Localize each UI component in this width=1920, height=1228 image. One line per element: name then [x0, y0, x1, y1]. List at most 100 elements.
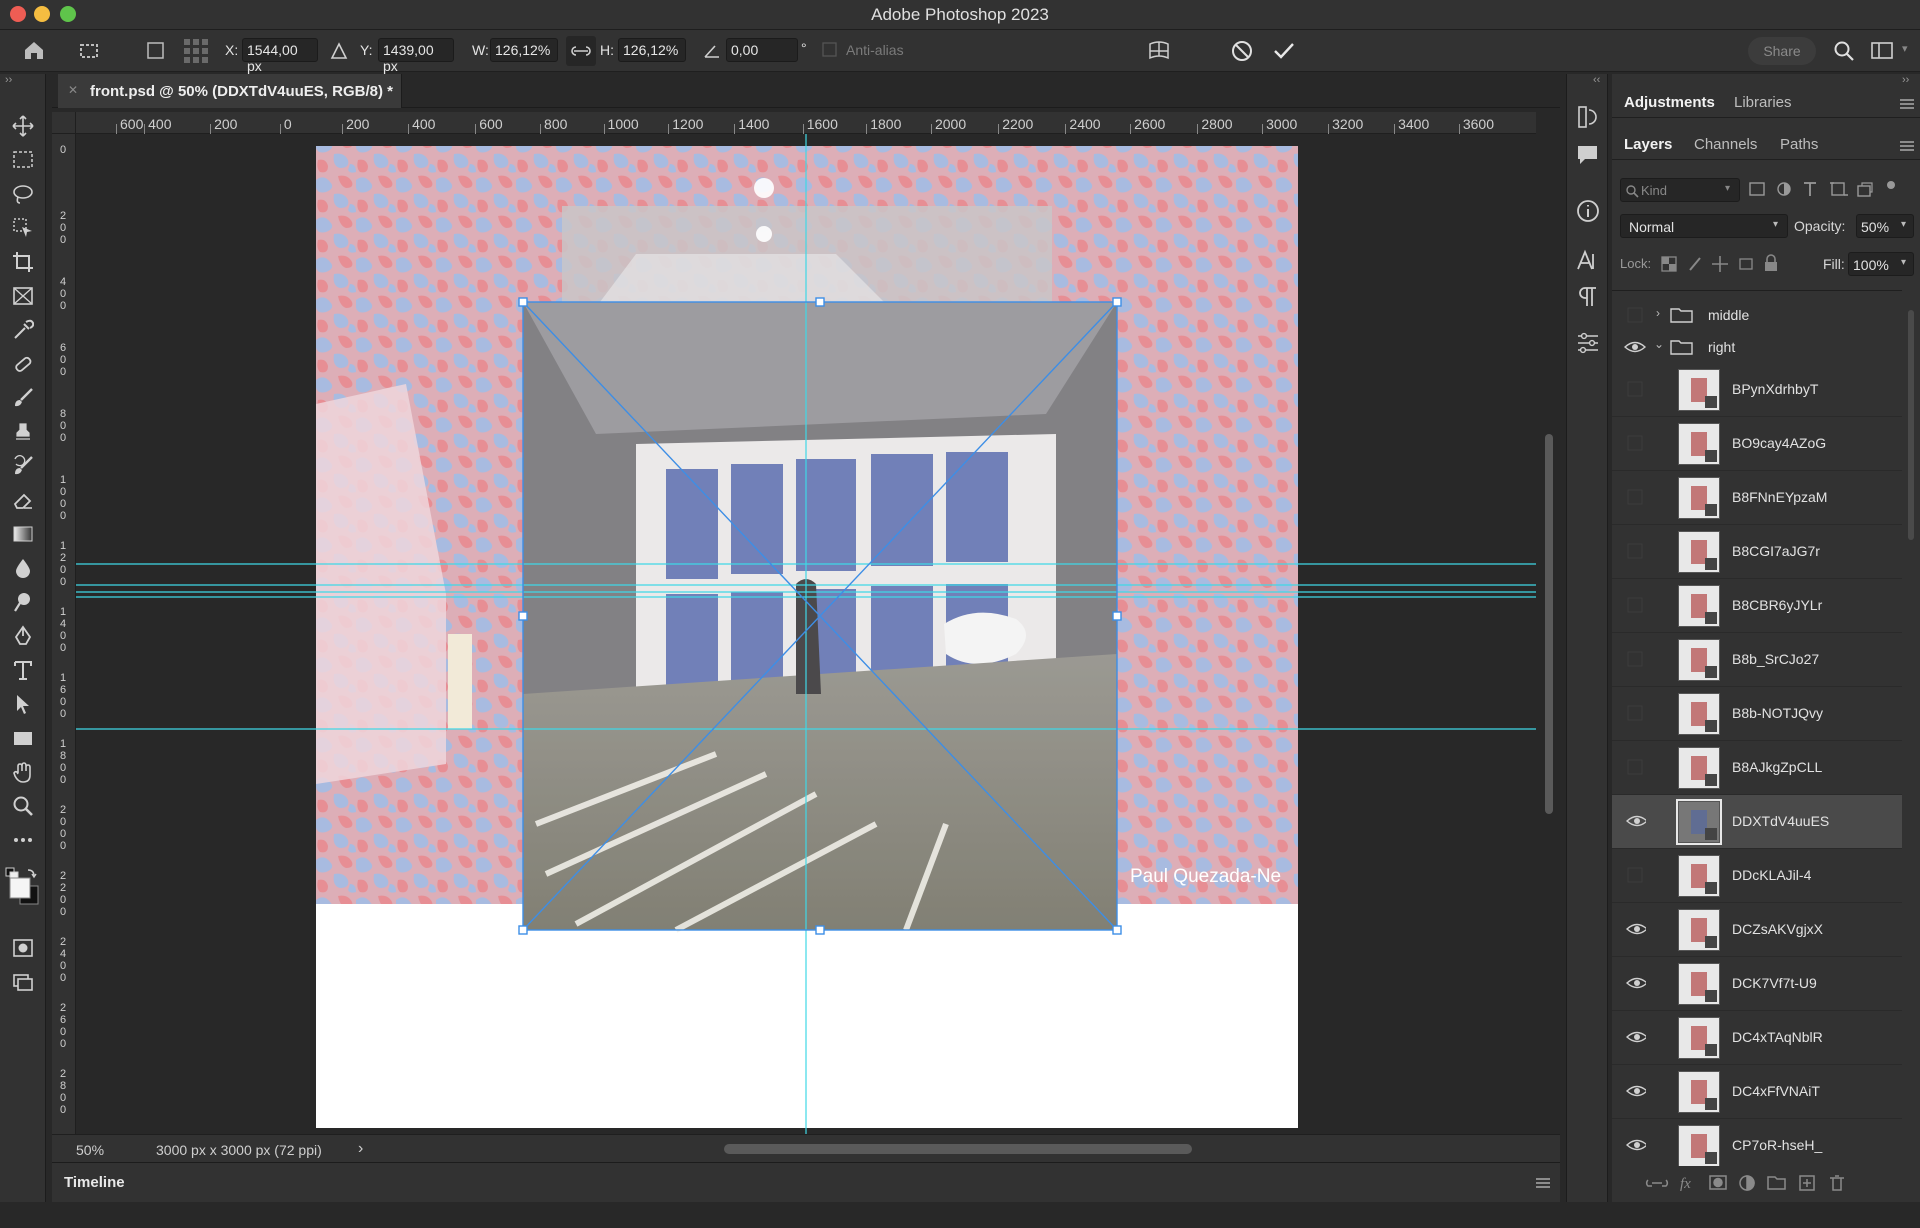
properties-panel-icon[interactable]: [1575, 330, 1601, 356]
move-tool-icon[interactable]: [8, 112, 38, 140]
layer-row[interactable]: BO9cay4AZoG: [1612, 417, 1902, 471]
horizontal-scroll-thumb[interactable]: [724, 1144, 1192, 1154]
layer-row[interactable]: B8b-NOTJQvy: [1612, 687, 1902, 741]
object-selection-tool-icon[interactable]: [8, 214, 38, 242]
brush-tool-icon[interactable]: [8, 384, 38, 412]
reference-point-checkbox[interactable]: [146, 41, 166, 61]
layer-row[interactable]: DC4xFfVNAiT: [1612, 1065, 1902, 1119]
marquee-tool-icon[interactable]: [8, 146, 38, 174]
visibility-toggle[interactable]: [1626, 380, 1646, 400]
eye-icon[interactable]: [1626, 1136, 1646, 1156]
close-tab-icon[interactable]: ✕: [68, 83, 78, 97]
ruler-origin[interactable]: [52, 112, 76, 134]
canvas-area[interactable]: Paul Quezada-Ne: [76, 134, 1536, 1134]
layer-row[interactable]: CP7oR-hseH_: [1612, 1119, 1902, 1166]
layer-row[interactable]: B8AJkgZpCLL: [1612, 741, 1902, 795]
share-button[interactable]: Share: [1748, 37, 1816, 65]
opacity-field[interactable]: 50% ▾: [1856, 214, 1914, 238]
link-proportions-icon[interactable]: [566, 36, 596, 66]
layer-group-middle[interactable]: › middle: [1612, 299, 1902, 331]
eye-icon[interactable]: [1624, 338, 1646, 356]
cancel-transform-icon[interactable]: [1230, 39, 1254, 63]
type-tool-icon[interactable]: [8, 656, 38, 684]
status-menu-arrow[interactable]: ›: [358, 1140, 363, 1158]
frame-tool-icon[interactable]: [8, 282, 38, 310]
collapse-icon[interactable]: ‹‹: [1593, 74, 1600, 86]
height-field[interactable]: 126,12%: [618, 38, 686, 62]
eyedropper-tool-icon[interactable]: [8, 316, 38, 344]
panel-menu-icon[interactable]: [1536, 1177, 1550, 1189]
reference-point-grid-icon[interactable]: [183, 38, 209, 64]
tab-adjustments[interactable]: Adjustments: [1624, 94, 1715, 111]
layer-row[interactable]: BPynXdrhbyT: [1612, 363, 1902, 417]
layer-row[interactable]: DDcKLAJil-4: [1612, 849, 1902, 903]
relative-position-delta-icon[interactable]: [330, 42, 348, 60]
more-tools-icon[interactable]: [8, 826, 38, 854]
eraser-tool-icon[interactable]: [8, 486, 38, 514]
layer-row[interactable]: B8CGI7aJG7r: [1612, 525, 1902, 579]
vertical-scrollbar[interactable]: [1540, 134, 1560, 1134]
blend-mode-select[interactable]: Normal ▾: [1620, 214, 1788, 238]
screen-mode-icon[interactable]: [8, 968, 38, 996]
eye-icon[interactable]: [1626, 920, 1646, 940]
layer-row[interactable]: DCK7Vf7t-U9: [1612, 957, 1902, 1011]
path-selection-tool-icon[interactable]: [8, 690, 38, 718]
chevron-down-icon[interactable]: ▾: [1902, 42, 1908, 55]
timeline-label[interactable]: Timeline: [64, 1174, 125, 1191]
quick-mask-icon[interactable]: [8, 934, 38, 962]
angle-field[interactable]: 0,00: [726, 38, 798, 62]
layer-row[interactable]: B8CBR6yJYLr: [1612, 579, 1902, 633]
document-tab[interactable]: ✕ front.psd @ 50% (DDXTdV4uuES, RGB/8) *: [58, 74, 402, 108]
layers-panel-footer[interactable]: fx: [1632, 1172, 1912, 1194]
layer-kind-filter[interactable]: Kind ▾: [1620, 178, 1740, 202]
fill-field[interactable]: 100% ▾: [1848, 252, 1914, 276]
tab-paths[interactable]: Paths: [1780, 136, 1818, 153]
pen-tool-icon[interactable]: [8, 622, 38, 650]
rectangle-tool-icon[interactable]: [8, 724, 38, 752]
tab-channels[interactable]: Channels: [1694, 136, 1757, 153]
info-panel-icon[interactable]: [1575, 198, 1601, 224]
eye-icon[interactable]: [1626, 1028, 1646, 1048]
tab-libraries[interactable]: Libraries: [1734, 94, 1792, 111]
eye-icon[interactable]: [1626, 812, 1646, 832]
x-position-field[interactable]: 1544,00 px: [242, 38, 318, 74]
panel-menu-icon[interactable]: [1900, 98, 1914, 110]
layer-row[interactable]: DCZsAKVgjxX: [1612, 903, 1902, 957]
visibility-toggle[interactable]: [1626, 704, 1646, 724]
commit-transform-icon[interactable]: [1272, 39, 1296, 63]
transform-preset-icon[interactable]: [78, 41, 102, 61]
healing-brush-tool-icon[interactable]: [8, 350, 38, 378]
expand-panels-icon[interactable]: ››: [1902, 74, 1909, 86]
history-brush-tool-icon[interactable]: [8, 452, 38, 480]
search-icon[interactable]: [1832, 39, 1856, 63]
eye-icon[interactable]: [1626, 974, 1646, 994]
zoom-tool-icon[interactable]: [8, 792, 38, 820]
hand-tool-icon[interactable]: [8, 758, 38, 786]
gradient-tool-icon[interactable]: [8, 520, 38, 548]
expand-toolbar-icon[interactable]: ››: [5, 74, 12, 86]
crop-tool-icon[interactable]: [8, 248, 38, 276]
width-field[interactable]: 126,12%: [490, 38, 558, 62]
color-swatches[interactable]: [4, 864, 42, 906]
lock-icons[interactable]: [1660, 254, 1788, 274]
layers-scroll-thumb[interactable]: [1908, 310, 1914, 540]
paragraph-panel-icon[interactable]: [1575, 284, 1601, 310]
home-icon[interactable]: [22, 39, 46, 61]
visibility-toggle[interactable]: [1626, 542, 1646, 562]
history-panel-icon[interactable]: [1575, 104, 1601, 130]
chevron-down-icon[interactable]: ⌄: [1654, 337, 1664, 351]
y-position-field[interactable]: 1439,00 px: [378, 38, 454, 74]
layer-row[interactable]: B8FNnEYpzaM: [1612, 471, 1902, 525]
visibility-toggle[interactable]: [1626, 866, 1646, 886]
dodge-tool-icon[interactable]: [8, 588, 38, 616]
visibility-toggle[interactable]: [1626, 596, 1646, 616]
lasso-tool-icon[interactable]: [8, 180, 38, 208]
chevron-right-icon[interactable]: ›: [1656, 306, 1660, 320]
panel-menu-icon[interactable]: [1900, 140, 1914, 152]
layer-group-right[interactable]: ⌄ right: [1612, 331, 1902, 363]
visibility-toggle[interactable]: [1626, 650, 1646, 670]
clone-stamp-tool-icon[interactable]: [8, 418, 38, 446]
visibility-toggle[interactable]: [1626, 434, 1646, 454]
layer-row[interactable]: DC4xTAqNblR: [1612, 1011, 1902, 1065]
vertical-scroll-thumb[interactable]: [1545, 434, 1553, 814]
